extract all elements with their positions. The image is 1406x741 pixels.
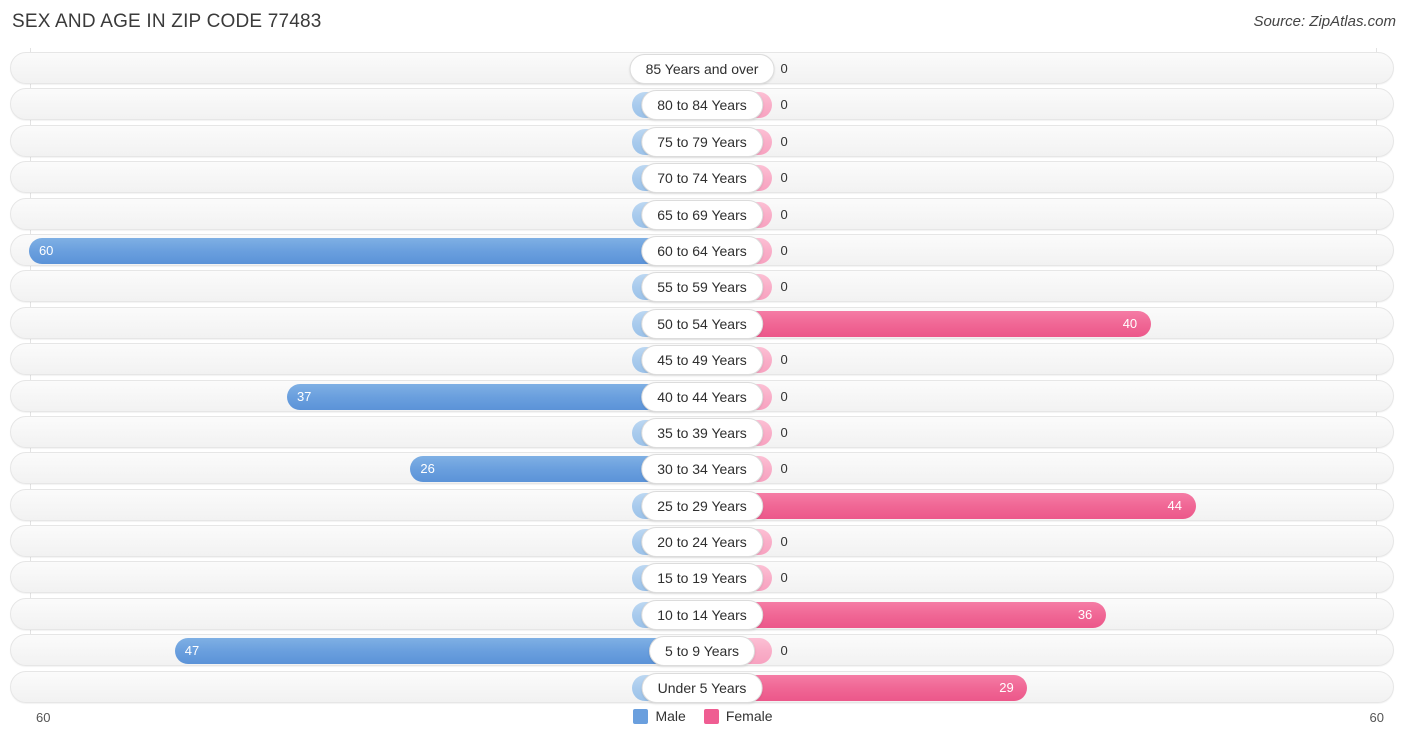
female-value-label: 0 bbox=[780, 424, 788, 440]
population-pyramid-chart: 0 0 85 Years and over 0 0 80 to 84 Years 0 0 75 … bbox=[0, 48, 1406, 703]
chart-row[interactable]: 0080 to 84 Years bbox=[10, 88, 1394, 121]
male-value-label: 26 bbox=[420, 461, 435, 477]
chart-row[interactable]: 0055 to 59 Years bbox=[10, 270, 1394, 303]
female-value-label: 0 bbox=[780, 534, 788, 550]
chart-row[interactable]: 0065 to 69 Years bbox=[10, 197, 1394, 230]
male-value-label: 47 bbox=[184, 643, 200, 659]
source-attribution: Source: ZipAtlas.com bbox=[1253, 13, 1396, 30]
female-value-label: 0 bbox=[780, 279, 788, 295]
female-value-label: 0 bbox=[780, 570, 788, 586]
female-value-label: 0 bbox=[780, 388, 788, 404]
age-group-label: 15 to 19 Years bbox=[641, 563, 763, 594]
male-bar bbox=[174, 638, 702, 665]
chart-row[interactable]: 0035 to 39 Years bbox=[10, 415, 1394, 448]
chart-footer: 60 60 Male Female bbox=[0, 701, 1406, 741]
age-group-label: 20 to 24 Years bbox=[641, 527, 763, 558]
age-group-label: 80 to 84 Years bbox=[641, 90, 763, 121]
female-value-label: 0 bbox=[780, 133, 788, 149]
chart-row[interactable]: 04425 to 29 Years bbox=[10, 488, 1394, 521]
male-bar bbox=[28, 237, 702, 264]
legend-label-male: Male bbox=[655, 708, 686, 724]
age-group-label: 50 to 54 Years bbox=[641, 308, 763, 339]
age-group-label: 5 to 9 Years bbox=[649, 636, 755, 667]
male-bar bbox=[286, 383, 702, 410]
age-group-label: 40 to 44 Years bbox=[641, 381, 763, 412]
chart-row[interactable]: 0045 to 49 Years bbox=[10, 343, 1394, 376]
chart-rows: 0 0 85 Years and over 0 0 80 to 84 Years 0 0 75 … bbox=[10, 52, 1394, 707]
chart-row[interactable]: 26 0 30 to 34 Years bbox=[10, 452, 1394, 485]
female-value-label: 40 bbox=[1122, 315, 1138, 331]
age-group-label: 25 to 29 Years bbox=[641, 490, 763, 521]
age-group-label: 70 to 74 Years bbox=[641, 163, 763, 194]
female-value-label: 0 bbox=[780, 170, 788, 186]
male-color-swatch-icon bbox=[633, 708, 649, 724]
chart-page: SEX AND AGE IN ZIP CODE 77483 Source: Zi… bbox=[0, 0, 1406, 741]
male-value-label: 60 bbox=[38, 242, 54, 258]
female-value-label: 0 bbox=[780, 352, 788, 368]
chart-row[interactable]: 03610 to 14 Years bbox=[10, 597, 1394, 630]
legend-item-female[interactable]: Female bbox=[703, 708, 773, 724]
chart-row[interactable]: 60 0 60 to 64 Years bbox=[10, 233, 1394, 266]
chart-header: SEX AND AGE IN ZIP CODE 77483 Source: Zi… bbox=[0, 0, 1406, 48]
chart-row[interactable]: 0015 to 19 Years bbox=[10, 561, 1394, 594]
chart-row[interactable]: 37 0 40 to 44 Years bbox=[10, 379, 1394, 412]
legend-item-male[interactable]: Male bbox=[633, 708, 686, 724]
page-title: SEX AND AGE IN ZIP CODE 77483 bbox=[12, 11, 322, 32]
age-group-label: 75 to 79 Years bbox=[641, 126, 763, 157]
chart-row[interactable]: 04050 to 54 Years bbox=[10, 306, 1394, 339]
chart-row[interactable]: 47 0 5 to 9 Years bbox=[10, 634, 1394, 667]
female-value-label: 0 bbox=[780, 61, 788, 76]
female-value-label: 44 bbox=[1167, 497, 1183, 513]
chart-row[interactable]: 0070 to 74 Years bbox=[10, 161, 1394, 194]
chart-row[interactable]: 029Under 5 Years bbox=[10, 670, 1394, 703]
chart-row[interactable]: 0075 to 79 Years bbox=[10, 124, 1394, 157]
age-group-label: 60 to 64 Years bbox=[641, 235, 763, 266]
chart-row[interactable]: 0020 to 24 Years bbox=[10, 525, 1394, 558]
age-group-label: 85 Years and over bbox=[629, 54, 775, 84]
female-value-label: 0 bbox=[780, 461, 788, 477]
female-bar bbox=[702, 310, 1151, 337]
female-value-label: 0 bbox=[780, 643, 788, 659]
female-value-label: 0 bbox=[780, 206, 788, 222]
age-group-label: 30 to 34 Years bbox=[641, 454, 763, 485]
age-group-label: 65 to 69 Years bbox=[641, 199, 763, 230]
female-value-label: 0 bbox=[780, 242, 788, 258]
female-color-swatch-icon bbox=[703, 708, 719, 724]
chart-legend: Male Female bbox=[0, 708, 1406, 724]
female-value-label: 36 bbox=[1077, 606, 1093, 622]
age-group-label: 55 to 59 Years bbox=[641, 272, 763, 303]
female-value-label: 0 bbox=[780, 97, 788, 113]
age-group-label: 45 to 49 Years bbox=[641, 345, 763, 376]
female-value-label: 29 bbox=[999, 679, 1014, 695]
age-group-label: 35 to 39 Years bbox=[641, 417, 763, 448]
male-value-label: 37 bbox=[296, 388, 312, 404]
legend-label-female: Female bbox=[725, 708, 773, 724]
female-bar bbox=[702, 492, 1196, 519]
chart-row[interactable]: 0085 Years and over bbox=[10, 52, 1394, 84]
age-group-label: Under 5 Years bbox=[641, 672, 763, 703]
age-group-label: 10 to 14 Years bbox=[641, 599, 763, 630]
